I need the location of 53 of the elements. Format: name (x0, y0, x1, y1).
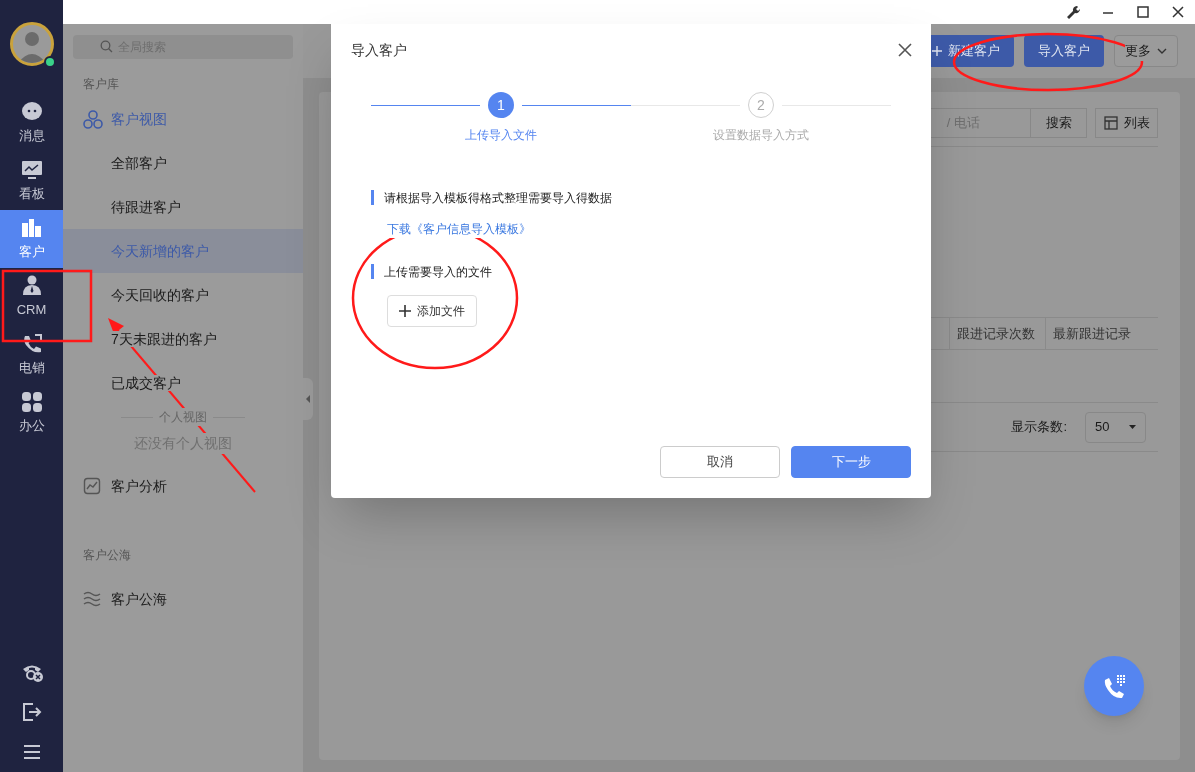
plus-icon (399, 305, 411, 317)
nav-item[interactable]: 客户 (0, 210, 63, 268)
chevron-down-icon (1157, 48, 1167, 54)
logout-icon[interactable] (20, 701, 43, 723)
sidebar-item[interactable]: 客户公海 (63, 579, 303, 619)
section-heading: 客户库 (82, 76, 120, 93)
plus-icon (932, 46, 942, 56)
nav-item[interactable]: 办公 (0, 384, 63, 442)
search-button[interactable]: 搜索 (1030, 108, 1087, 138)
nav-item[interactable]: CRM (0, 268, 63, 326)
section-title: 请根据导入模板得格式整理需要导入得数据 (384, 189, 612, 207)
add-file-button[interactable]: 添加文件 (387, 295, 477, 327)
section-heading: 客户公海 (82, 547, 132, 564)
header-button[interactable]: 导入客户 (1024, 35, 1104, 67)
three-circles-icon (83, 109, 103, 129)
nav-item[interactable]: 看板 (0, 152, 63, 210)
page-size-label: 显示条数: (1011, 418, 1067, 437)
header-button[interactable]: 更多 (1114, 35, 1178, 67)
avatar[interactable] (9, 22, 54, 66)
step-label: 上传导入文件 (465, 127, 537, 144)
sidebar-item[interactable]: 待跟进客户 (63, 185, 303, 229)
close-icon[interactable] (897, 42, 913, 58)
nav-item[interactable]: 电销 (0, 326, 63, 384)
step-label: 设置数据导入方式 (713, 127, 809, 144)
caret-down-icon (1129, 425, 1136, 429)
sidebar-item[interactable]: 客户分析 (63, 466, 303, 506)
step-number: 1 (488, 92, 514, 118)
sidebar-item[interactable]: 今天回收的客户 (63, 273, 303, 317)
grid-icon (20, 390, 43, 413)
sidebar-item[interactable]: 全部客户 (63, 141, 303, 185)
buildings-icon (20, 216, 43, 239)
search-icon (100, 40, 113, 53)
column-header: 最新跟进记录 (1045, 318, 1158, 349)
chart-monitor-icon (20, 158, 43, 181)
sidebar-item[interactable]: 已成交客户 (63, 361, 303, 405)
collapse-handle[interactable] (303, 378, 313, 420)
waves-icon (83, 590, 101, 608)
person-tie-icon (20, 274, 43, 297)
view-button[interactable]: 列表 (1095, 108, 1158, 138)
dialog-button[interactable]: 取消 (660, 446, 780, 478)
sidebar-item[interactable]: 7天未跟进的客户 (63, 317, 303, 361)
maximize-icon[interactable] (1134, 4, 1151, 20)
line-chart-icon (83, 477, 101, 495)
caret-left-icon (306, 395, 310, 403)
chat-bubble-icon (20, 100, 43, 123)
table-icon (1103, 116, 1118, 130)
close-icon[interactable] (1169, 4, 1186, 20)
column-header: 跟进记录次数 (949, 318, 1045, 349)
nav-item[interactable]: 消息 (0, 94, 63, 152)
dialog-button[interactable]: 下一步 (791, 446, 911, 478)
page-size-select[interactable]: 50 (1085, 411, 1146, 443)
dialog-title: 导入客户 (351, 40, 407, 60)
section-title: 上传需要导入的文件 (384, 263, 492, 281)
